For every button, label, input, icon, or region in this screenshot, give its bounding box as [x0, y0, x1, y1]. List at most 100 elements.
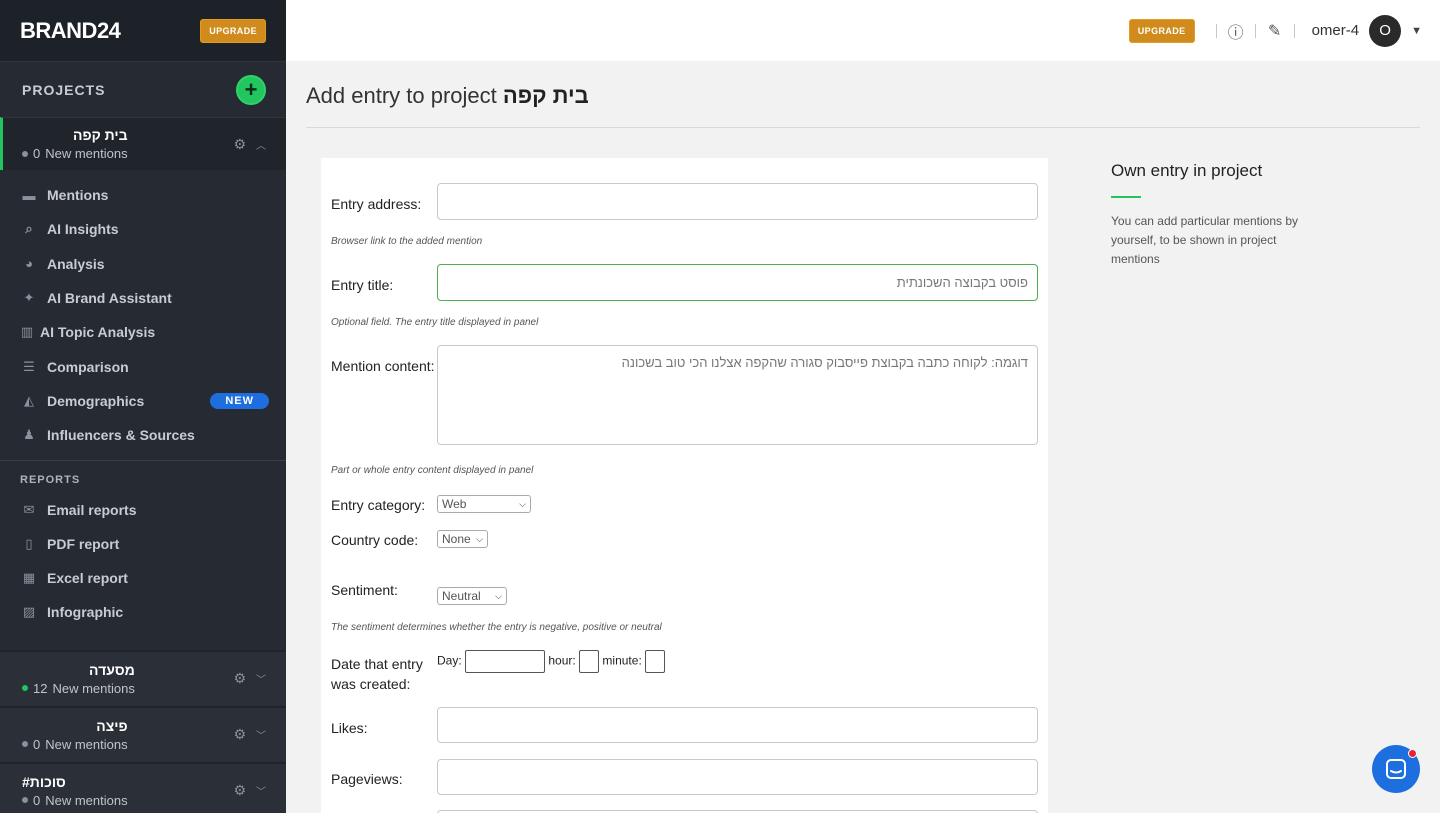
nav-item-ai-brand-assistant[interactable]: ✦ AI Brand Assistant: [0, 281, 286, 315]
nav-item-email-reports[interactable]: ✉ Email reports: [0, 492, 286, 526]
topbar-upgrade-button[interactable]: UPGRADE: [1128, 18, 1195, 43]
mention-content-textarea[interactable]: דוגמה: לקוחה כתבה בקבוצת פייסבוק סגורה ש…: [437, 345, 1038, 445]
info-title: Own entry in project: [1111, 161, 1263, 180]
project-controls: ⚙ ﹀: [233, 782, 266, 799]
entry-category-row: Entry category: Web ⌵: [331, 494, 1038, 516]
entry-form: Entry address: Browser link to the added…: [321, 158, 1048, 813]
project-item[interactable]: מסעדה 12 New mentions ⚙ ﹀: [0, 649, 286, 706]
mention-content-hint: Part or whole entry content displayed in…: [331, 465, 534, 476]
search-icon: ⌕: [25, 221, 33, 237]
envelope-icon: ✉: [23, 501, 35, 517]
project-controls: ⚙ ﹀: [233, 726, 266, 743]
likes-row: Likes:: [331, 707, 1038, 744]
nav-item-mentions[interactable]: ▬ Mentions: [0, 178, 286, 212]
other-projects: מסעדה 12 New mentions ⚙ ﹀ פיצה 0 New mentio…: [0, 649, 286, 813]
hour-input[interactable]: [579, 650, 600, 673]
date-label-line2: was created:: [331, 676, 411, 692]
project-item[interactable]: #סוכות 0 New mentions ⚙ ﹀: [0, 761, 286, 813]
nav-label: Excel report: [47, 570, 128, 587]
chevron-down-icon[interactable]: ﹀: [256, 671, 266, 686]
nav-item-comparison[interactable]: ☰ Comparison: [0, 349, 286, 383]
entry-category-value: Web: [442, 497, 467, 511]
nav-item-ai-insights[interactable]: ⌕ AI Insights: [0, 212, 286, 246]
date-label: Date that entry was created:: [331, 654, 423, 694]
project-meta: 0 New mentions: [22, 793, 128, 808]
entry-category-select[interactable]: Web ⌵: [437, 495, 531, 513]
day-input[interactable]: [465, 650, 546, 673]
entry-address-input[interactable]: [437, 183, 1038, 220]
country-code-row: Country code: None ⌵: [331, 529, 1038, 551]
nav-item-infographic[interactable]: ▨ Infographic: [0, 595, 286, 629]
nav-label: Analysis: [47, 255, 105, 272]
project-meta: 0 New mentions: [22, 146, 128, 161]
nav-label: PDF report: [47, 535, 120, 552]
entry-address-hint: Browser link to the added mention: [331, 236, 483, 247]
pie-chart-icon: ◕: [25, 256, 33, 272]
country-code-select[interactable]: None ⌵: [437, 530, 488, 548]
username[interactable]: omer-4: [1312, 22, 1360, 39]
mentions-label: New mentions: [45, 146, 128, 161]
chevron-down-icon[interactable]: ﹀: [256, 783, 266, 798]
caret-down-icon[interactable]: ▼: [1411, 25, 1422, 37]
chat-launcher[interactable]: [1372, 745, 1420, 793]
nav-label: Influencers & Sources: [47, 427, 195, 444]
mentions-label: New mentions: [52, 680, 135, 696]
project-active[interactable]: בית קפה 0 New mentions ⚙ ︿: [0, 117, 286, 170]
status-dot: [22, 685, 28, 692]
sentiment-label: Sentiment:: [331, 582, 398, 598]
list-icon: ☰: [23, 358, 35, 374]
help-icon[interactable]: ⓘ: [1226, 19, 1246, 43]
mention-count: 12: [33, 680, 48, 696]
nav-item-analysis[interactable]: ◕ Analysis: [0, 247, 286, 281]
nav-label: Comparison: [47, 358, 129, 375]
project-item[interactable]: פיצה 0 New mentions ⚙ ﹀: [0, 705, 286, 762]
pdf-icon: ▯: [25, 535, 33, 551]
brand-logo[interactable]: BRAND24: [20, 18, 121, 44]
date-label-line1: Date that entry: [331, 656, 423, 672]
page-title: Add entry to project בית קפה: [306, 83, 589, 109]
sentiment-hint: The sentiment determines whether the ent…: [331, 622, 662, 633]
add-project-button[interactable]: +: [236, 74, 266, 105]
nav-label: AI Insights: [47, 221, 119, 238]
nav-item-ai-topic-analysis[interactable]: ▥ AI Topic Analysis: [0, 315, 286, 349]
gear-icon[interactable]: ⚙: [233, 670, 246, 687]
sidebar-upgrade-button[interactable]: UPGRADE: [200, 18, 266, 43]
project-nav: ▬ Mentions ⌕ AI Insights ◕ Analysis ✦ AI Bra…: [0, 170, 286, 462]
divider: [1254, 23, 1256, 38]
project-info: בית קפה 0 New mentions: [22, 127, 128, 161]
project-info: #סוכות 0 New mentions: [22, 774, 128, 808]
chevron-up-icon[interactable]: ︿: [256, 137, 266, 152]
avatar[interactable]: O: [1369, 14, 1402, 47]
chevron-down-icon: ⌵: [495, 590, 502, 601]
mention-count: 0: [33, 736, 41, 752]
project-info: מסעדה 12 New mentions: [22, 662, 135, 696]
mention-count: 0: [33, 146, 41, 161]
reports-label: REPORTS: [20, 474, 81, 487]
nav-item-pdf-report[interactable]: ▯ PDF report: [0, 527, 286, 561]
minute-input[interactable]: [645, 650, 666, 673]
nav-item-excel-report[interactable]: ▦ Excel report: [0, 561, 286, 595]
nav-item-influencers[interactable]: ♟ Influencers & Sources: [0, 418, 286, 452]
project-name: #סוכות: [22, 773, 66, 790]
divider: [1293, 23, 1295, 38]
entry-title-input[interactable]: פוסט בקבוצה השכונתית: [437, 264, 1038, 301]
date-fields: Day: hour: minute:: [437, 650, 666, 673]
pageviews-input[interactable]: [437, 759, 1038, 795]
projects-label: PROJECTS: [22, 81, 106, 98]
title-divider: [306, 127, 1420, 128]
likes-input[interactable]: [437, 707, 1038, 743]
divider: [1215, 23, 1217, 38]
nav-item-demographics[interactable]: ◭ Demographics NEW: [0, 384, 286, 418]
gear-icon[interactable]: ⚙: [233, 726, 246, 743]
entry-title-label: Entry title:: [331, 277, 394, 293]
sentiment-select[interactable]: Neutral ⌵: [437, 587, 507, 605]
chevron-down-icon[interactable]: ﹀: [256, 727, 266, 742]
gear-icon[interactable]: ⚙: [233, 782, 246, 799]
sentiment-value: Neutral: [442, 589, 481, 603]
gear-icon[interactable]: ⚙: [233, 136, 246, 153]
project-controls: ⚙ ︿: [233, 136, 266, 153]
mention-content-row: Mention content: דוגמה: לקוחה כתבה בקבוצ…: [331, 345, 1038, 476]
nav-label: Infographic: [47, 604, 124, 621]
plugin-icon[interactable]: ✎: [1265, 21, 1285, 41]
page-title-prefix: Add entry to project: [306, 83, 497, 108]
